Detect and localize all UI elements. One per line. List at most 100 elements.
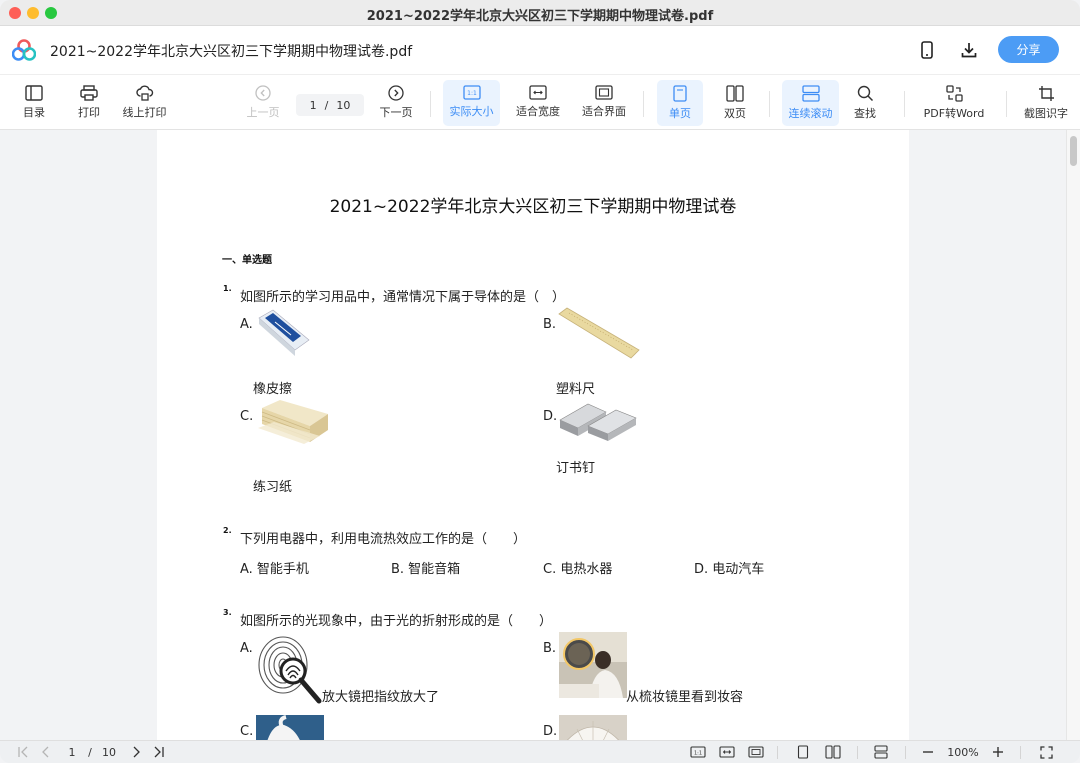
- print-button[interactable]: 打印: [69, 80, 109, 126]
- option-letter: D.: [543, 724, 558, 739]
- online-print-button[interactable]: 线上打印: [117, 80, 172, 126]
- svg-text:1:1: 1:1: [467, 90, 477, 97]
- footer-total-pages: 10: [102, 745, 116, 759]
- umbrella-photo: [559, 715, 627, 740]
- chevron-left-circle-icon: [255, 85, 271, 101]
- single-page-label: 单页: [669, 107, 691, 120]
- download-icon[interactable]: [957, 38, 981, 62]
- question-text: 下列用电器中，利用电流热效应工作的是（ ）: [240, 532, 527, 547]
- option-text: A. 智能手机: [240, 562, 309, 577]
- option-caption: 塑料尺: [556, 382, 596, 397]
- option-letter: A.: [240, 317, 253, 332]
- svg-text:1:1: 1:1: [694, 750, 702, 756]
- fit-width-small-icon[interactable]: [717, 744, 737, 760]
- toolbar-divider: [904, 91, 905, 117]
- option-letter: B.: [543, 317, 557, 332]
- option-letter: D.: [543, 409, 558, 424]
- status-bar: 1 / 10 1:1 100%: [0, 740, 1080, 763]
- next-page-label: 下一页: [379, 106, 413, 119]
- document-viewer[interactable]: 2021~2022学年北京大兴区初三下学期期中物理试卷 一、单选题 1. 如图所…: [0, 130, 1080, 740]
- share-button[interactable]: 分享: [998, 36, 1059, 63]
- question-number: 3.: [223, 608, 232, 617]
- page-separator: /: [324, 98, 329, 112]
- eraser-image: [258, 309, 310, 356]
- title-bar: 2021~2022学年北京大兴区初三下学期期中物理试卷.pdf: [0, 0, 1080, 26]
- next-page-icon[interactable]: [127, 744, 145, 760]
- option-text: B. 智能音箱: [391, 562, 461, 577]
- footer-divider: [777, 746, 778, 759]
- fit-page-label: 适合界面: [582, 105, 626, 118]
- prev-page-label: 上一页: [246, 106, 280, 119]
- screenshot-ocr-button[interactable]: 截图识字: [1019, 80, 1073, 126]
- toc-label: 目录: [23, 106, 45, 119]
- document-title: 2021~2022学年北京大兴区初三下学期期中物理试卷: [329, 197, 737, 217]
- toolbar-divider: [430, 91, 431, 117]
- chevron-right-circle-icon: [388, 85, 404, 101]
- mobile-icon[interactable]: [915, 38, 939, 62]
- actual-size-button[interactable]: 1:1 实际大小: [443, 80, 500, 126]
- total-pages: 10: [336, 98, 351, 112]
- staples-image: [559, 403, 637, 441]
- question-number: 2.: [223, 526, 232, 535]
- pdf-to-word-button[interactable]: PDF转Word: [918, 80, 990, 126]
- cloud-print-icon: [135, 85, 153, 101]
- continuous-scroll-button[interactable]: 连续滚动: [782, 80, 839, 126]
- page-number-field[interactable]: 1 / 10: [296, 94, 364, 116]
- question-text: 如图所示的学习用品中，通常情况下属于导体的是（ ）: [240, 290, 566, 305]
- toc-icon: [25, 85, 43, 101]
- print-label: 打印: [78, 106, 100, 119]
- zoom-out-icon[interactable]: [919, 744, 937, 760]
- fit-width-label: 适合宽度: [516, 105, 560, 118]
- online-print-label: 线上打印: [122, 106, 167, 119]
- pdf-to-word-label: PDF转Word: [923, 107, 985, 120]
- current-page-input[interactable]: 1: [310, 99, 317, 112]
- vertical-scrollbar[interactable]: [1066, 130, 1080, 740]
- fit-page-button[interactable]: 适合界面: [578, 80, 630, 126]
- printer-icon: [80, 85, 98, 101]
- toolbar: 目录 打印 线上打印 上一页 1 / 10 下一页 1:1 实际大小 适合宽度 …: [0, 74, 1080, 130]
- double-page-button[interactable]: 双页: [714, 80, 756, 126]
- search-icon: [857, 85, 873, 102]
- double-page-label: 双页: [724, 107, 746, 120]
- option-letter: A.: [240, 641, 253, 656]
- continuous-scroll-small-icon[interactable]: [871, 744, 891, 760]
- toolbar-divider: [643, 91, 644, 117]
- footer-divider: [857, 746, 858, 759]
- prev-page-button[interactable]: 上一页: [243, 80, 283, 126]
- continuous-scroll-icon: [801, 85, 820, 102]
- option-letter: C.: [240, 409, 254, 424]
- actual-size-icon: 1:1: [462, 85, 481, 100]
- fit-page-small-icon[interactable]: [746, 744, 766, 760]
- footer-current-page[interactable]: 1: [62, 744, 82, 760]
- first-page-icon[interactable]: [14, 744, 32, 760]
- fit-width-button[interactable]: 适合宽度: [512, 80, 564, 126]
- option-caption: 橡皮擦: [253, 382, 293, 397]
- document-name: 2021~2022学年北京大兴区初三下学期期中物理试卷.pdf: [50, 44, 413, 60]
- actual-size-small-icon[interactable]: 1:1: [688, 744, 708, 760]
- last-page-icon[interactable]: [150, 744, 168, 760]
- zoom-in-icon[interactable]: [989, 744, 1007, 760]
- single-page-small-icon[interactable]: [794, 744, 812, 760]
- scrollbar-thumb[interactable]: [1070, 136, 1077, 166]
- find-button[interactable]: 查找: [845, 80, 885, 126]
- pdf-reader-window: 2021~2022学年北京大兴区初三下学期期中物理试卷.pdf 2021~202…: [0, 0, 1080, 763]
- zoom-level[interactable]: 100%: [944, 744, 982, 760]
- toc-button[interactable]: 目录: [14, 80, 54, 126]
- fullscreen-icon[interactable]: [1036, 744, 1056, 760]
- footer-divider: [905, 746, 906, 759]
- option-caption: 订书钉: [556, 461, 596, 476]
- toolbar-divider: [1006, 91, 1007, 117]
- screenshot-ocr-label: 截图识字: [1024, 107, 1068, 120]
- next-page-button[interactable]: 下一页: [376, 80, 416, 126]
- app-logo-icon: [12, 39, 36, 61]
- prev-page-icon[interactable]: [37, 744, 55, 760]
- footer-divider: [1020, 746, 1021, 759]
- pdf-page: 2021~2022学年北京大兴区初三下学期期中物理试卷 一、单选题 1. 如图所…: [157, 130, 909, 740]
- double-page-small-icon[interactable]: [822, 744, 844, 760]
- option-caption: 从梳妆镜里看到妆容: [626, 690, 744, 705]
- magnifier-fingerprint-image: [258, 636, 322, 704]
- question-text: 如图所示的光现象中，由于光的折射形成的是（ ）: [240, 614, 553, 629]
- section-heading: 一、单选题: [222, 255, 272, 266]
- plastic-ruler-image: [558, 307, 640, 359]
- single-page-button[interactable]: 单页: [657, 80, 703, 126]
